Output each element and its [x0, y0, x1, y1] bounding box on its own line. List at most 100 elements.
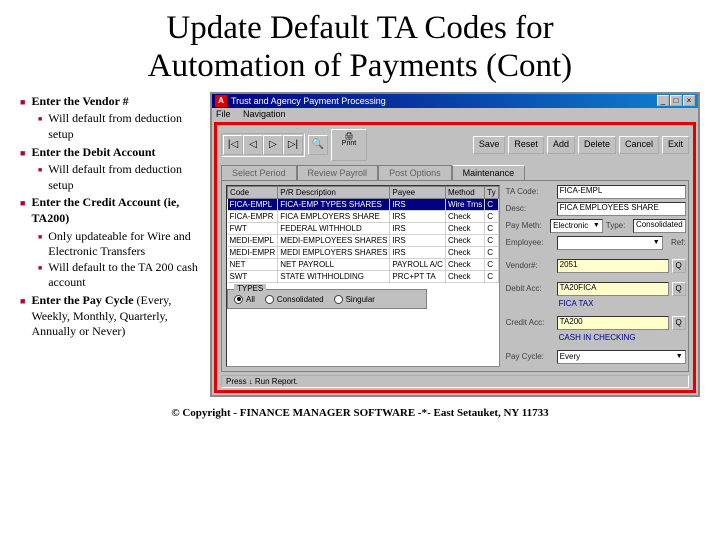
- tab-post-options[interactable]: Post Options: [378, 165, 452, 180]
- table-cell: C: [485, 246, 498, 258]
- bullet-4: Enter the Pay Cycle: [31, 293, 133, 307]
- table-cell: MEDI EMPLOYERS SHARES: [278, 246, 390, 258]
- exit-button[interactable]: Exit: [662, 136, 689, 154]
- find-icon[interactable]: 🔍: [308, 135, 328, 155]
- table-cell: C: [485, 270, 498, 282]
- table-cell: C: [485, 234, 498, 246]
- table-row[interactable]: NETNET PAYROLLPAYROLL A/CCheckC: [228, 258, 499, 270]
- radio-all-label: All: [246, 295, 255, 304]
- paymethod-select[interactable]: Electronic▼: [550, 219, 603, 233]
- paymethod-value: Electronic: [553, 221, 588, 230]
- credit-field[interactable]: TA200: [557, 316, 669, 330]
- maximize-button[interactable]: □: [670, 95, 682, 106]
- titlebar: A Trust and Agency Payment Processing _ …: [212, 94, 698, 108]
- add-button[interactable]: Add: [547, 136, 575, 154]
- radio-singular[interactable]: Singular: [334, 295, 375, 304]
- nav-last-icon[interactable]: ▷|: [283, 135, 303, 155]
- reset-button[interactable]: Reset: [508, 136, 544, 154]
- table-cell: Check: [445, 246, 484, 258]
- bullet-2-1: Will default from deduction setup: [48, 162, 200, 193]
- paymethod-label: Pay Meth:: [506, 221, 547, 230]
- table-cell: Check: [445, 258, 484, 270]
- table-row[interactable]: FICA-EMPLFICA-EMP TYPES SHARESIRSWire Tr…: [228, 198, 499, 210]
- tacode-field[interactable]: FICA-EMPL: [557, 185, 686, 199]
- nav-prev-icon[interactable]: ◁: [243, 135, 263, 155]
- bullet-icon: ■: [20, 296, 25, 340]
- vendor-field[interactable]: 2051: [557, 259, 669, 273]
- table-cell: MEDI-EMPL: [228, 234, 278, 246]
- tab-select-period[interactable]: Select Period: [221, 165, 297, 180]
- window-title: Trust and Agency Payment Processing: [231, 96, 656, 106]
- table-cell: IRS: [390, 246, 446, 258]
- paycycle-label: Pay Cycle:: [506, 352, 554, 361]
- chevron-down-icon: ▼: [676, 353, 683, 360]
- table-row[interactable]: MEDI-EMPRMEDI EMPLOYERS SHARESIRSCheckC: [228, 246, 499, 258]
- types-title: TYPES: [234, 284, 266, 293]
- table-row[interactable]: MEDI-EMPLMEDI-EMPLOYEES SHARESIRSCheckC: [228, 234, 499, 246]
- radio-all[interactable]: All: [234, 295, 255, 304]
- vendor-lookup-icon[interactable]: Q: [672, 259, 686, 273]
- debit-field[interactable]: TA20FICA: [557, 282, 669, 296]
- ref-label: Ref:: [666, 238, 686, 247]
- menu-navigation[interactable]: Navigation: [243, 109, 286, 119]
- table-cell: Wire Trns: [445, 198, 484, 210]
- desc-label: Desc:: [506, 204, 554, 213]
- minimize-button[interactable]: _: [657, 95, 669, 106]
- type-field[interactable]: Consolidated: [633, 219, 686, 233]
- credit-label: Credit Acc:: [506, 318, 554, 327]
- credit-desc: CASH IN CHECKING: [557, 333, 686, 347]
- print-button[interactable]: 🖨 Print: [331, 129, 367, 161]
- screenshot-panel: A Trust and Agency Payment Processing _ …: [210, 92, 700, 397]
- table-row[interactable]: FICA-EMPRFICA EMPLOYERS SHAREIRSCheckC: [228, 210, 499, 222]
- paycycle-select[interactable]: Every▼: [557, 350, 686, 364]
- menubar: File Navigation: [212, 108, 698, 120]
- title-line-1: Update Default TA Codes for: [166, 10, 553, 46]
- tab-review-payroll[interactable]: Review Payroll: [297, 165, 379, 180]
- tab-strip: Select Period Review Payroll Post Option…: [221, 165, 689, 180]
- table-cell: FEDERAL WITHHOLD: [278, 222, 390, 234]
- close-button[interactable]: ×: [683, 95, 695, 106]
- save-button[interactable]: Save: [473, 136, 506, 154]
- table-row[interactable]: SWTSTATE WITHHOLDINGPRC+PT TACheckC: [228, 270, 499, 282]
- vendor-label: Vendor#:: [506, 261, 554, 270]
- table-cell: PAYROLL A/C: [390, 258, 446, 270]
- credit-lookup-icon[interactable]: Q: [672, 316, 686, 330]
- menu-file[interactable]: File: [216, 109, 231, 119]
- col-type[interactable]: Ty: [485, 186, 498, 198]
- desc-field[interactable]: FICA EMPLOYEES SHARE: [557, 202, 686, 216]
- delete-button[interactable]: Delete: [578, 136, 616, 154]
- col-desc[interactable]: P/R Description: [278, 186, 390, 198]
- table-cell: IRS: [390, 198, 446, 210]
- debit-lookup-icon[interactable]: Q: [672, 282, 686, 296]
- printer-icon: 🖨: [332, 132, 366, 140]
- print-label: Print: [332, 140, 366, 147]
- bullet-icon: ■: [38, 115, 42, 142]
- data-grid[interactable]: Code P/R Description Payee Method Ty FIC…: [226, 185, 500, 367]
- type-label: Type:: [606, 221, 630, 230]
- table-cell: SWT: [228, 270, 278, 282]
- cancel-button[interactable]: Cancel: [619, 136, 659, 154]
- bullet-3-2: Will default to the TA 200 cash account: [48, 260, 200, 291]
- col-code[interactable]: Code: [228, 186, 278, 198]
- employee-select[interactable]: ▼: [557, 236, 663, 250]
- toolbar: |◁ ◁ ▷ ▷| 🔍 🖨 Print Save Reset: [221, 129, 689, 161]
- employee-label: Employee:: [506, 238, 554, 247]
- table-cell: IRS: [390, 234, 446, 246]
- table-cell: IRS: [390, 210, 446, 222]
- tab-maintenance[interactable]: Maintenance: [452, 165, 526, 180]
- table-cell: FWT: [228, 222, 278, 234]
- debit-label: Debit Acc:: [506, 284, 554, 293]
- radio-consolidated[interactable]: Consolidated: [265, 295, 324, 304]
- table-cell: NET: [228, 258, 278, 270]
- nav-first-icon[interactable]: |◁: [223, 135, 243, 155]
- table-cell: Check: [445, 210, 484, 222]
- bullet-icon: ■: [38, 233, 42, 260]
- radio-sing-label: Singular: [346, 295, 375, 304]
- col-payee[interactable]: Payee: [390, 186, 446, 198]
- nav-next-icon[interactable]: ▷: [263, 135, 283, 155]
- col-method[interactable]: Method: [445, 186, 484, 198]
- table-row[interactable]: FWTFEDERAL WITHHOLDIRSCheckC: [228, 222, 499, 234]
- bullet-1: Enter the Vendor #: [31, 94, 128, 108]
- tacode-label: TA Code:: [506, 187, 554, 196]
- table-cell: STATE WITHHOLDING: [278, 270, 390, 282]
